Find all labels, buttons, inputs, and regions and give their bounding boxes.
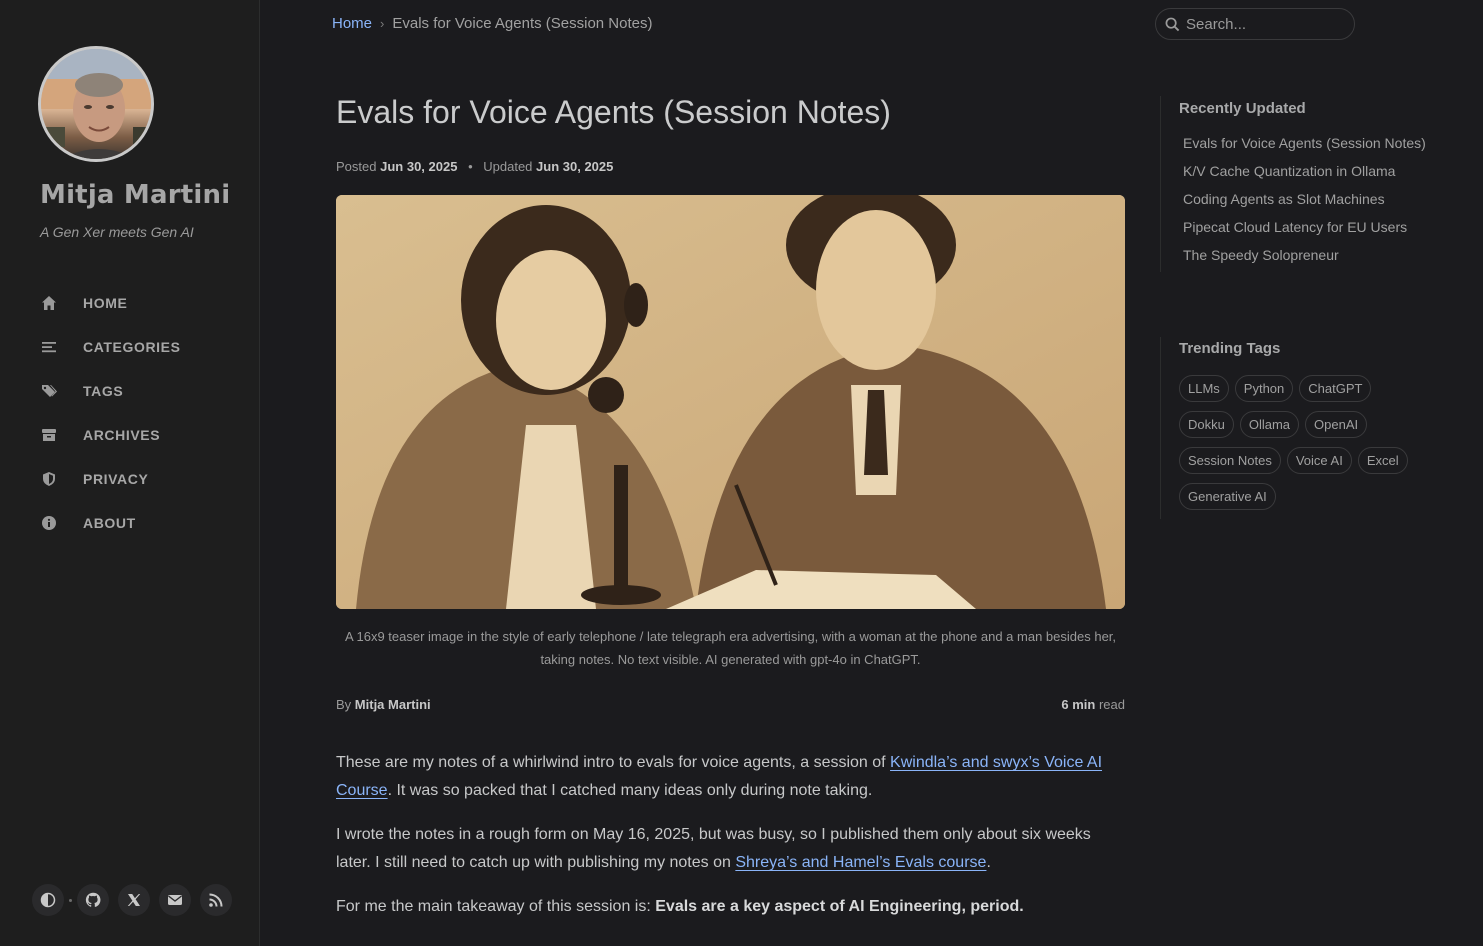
tag-list: LLMs Python ChatGPT Dokku Ollama OpenAI … (1179, 375, 1419, 510)
tag-chip[interactable]: Session Notes (1179, 447, 1281, 474)
tag-chip[interactable]: Generative AI (1179, 483, 1276, 510)
site-subtitle: A Gen Xer meets Gen AI (40, 224, 194, 240)
nav-label: CATEGORIES (83, 339, 181, 355)
breadcrumb-separator: › (380, 16, 385, 31)
breadcrumb-current: Evals for Voice Agents (Session Notes) (392, 15, 653, 32)
rss-button[interactable] (200, 884, 232, 916)
author-line: By Mitja Martini (336, 697, 431, 712)
tag-chip[interactable]: Excel (1357, 447, 1408, 474)
tag-chip[interactable]: OpenAI (1305, 411, 1368, 438)
paragraph: These are my notes of a whirlwind intro … (336, 749, 1125, 805)
p2-text-end: . (986, 854, 991, 871)
recent-item[interactable]: The Speedy Solopreneur (1179, 241, 1460, 269)
nav-item-privacy[interactable]: PRIVACY (0, 457, 260, 501)
page-title: Evals for Voice Agents (Session Notes) (336, 94, 891, 130)
tag-chip[interactable]: ChatGPT (1299, 375, 1372, 402)
recently-updated-heading: Recently Updated (1179, 100, 1306, 117)
site-title[interactable]: Mitja Martini (40, 180, 230, 210)
teaser-image[interactable] (336, 195, 1125, 609)
author-name[interactable]: Mitja Martini (355, 697, 431, 712)
x-twitter-button[interactable] (118, 884, 150, 916)
nav-item-archives[interactable]: ARCHIVES (0, 413, 260, 457)
recently-updated-panel: Recently Updated Evals for Voice Agents … (1160, 96, 1460, 272)
email-button[interactable] (159, 884, 191, 916)
posted-date: Jun 30, 2025 (380, 159, 458, 174)
shield-icon (40, 470, 58, 488)
evals-course-link[interactable]: Shreya’s and Hamel’s Evals course (735, 854, 986, 871)
tag-chip[interactable]: Python (1234, 375, 1294, 402)
archive-icon (40, 426, 58, 444)
nav-label: PRIVACY (83, 471, 149, 487)
theme-toggle-button[interactable] (32, 884, 64, 916)
image-caption: A 16x9 teaser image in the style of earl… (344, 629, 1117, 667)
github-icon (85, 892, 101, 907)
nav-label: ARCHIVES (83, 427, 161, 443)
read-time: 6 min read (1061, 697, 1125, 712)
meta-separator: • (468, 159, 473, 174)
nav-label: HOME (83, 295, 128, 311)
trending-tags-heading: Trending Tags (1179, 340, 1281, 357)
info-icon (40, 514, 58, 532)
nav-item-tags[interactable]: TAGS (0, 369, 260, 413)
nav-label: ABOUT (83, 515, 136, 531)
list-icon (40, 338, 58, 356)
trending-tags-panel: Trending Tags LLMs Python ChatGPT Dokku … (1160, 337, 1460, 519)
byline: By Mitja Martini 6 min read (336, 697, 1125, 712)
paragraph: For me the main takeaway of this session… (336, 893, 1125, 921)
github-button[interactable] (77, 884, 109, 916)
rss-icon (209, 893, 223, 907)
recent-item[interactable]: Pipecat Cloud Latency for EU Users (1179, 213, 1460, 241)
by-label: By (336, 697, 352, 712)
tag-chip[interactable]: Dokku (1179, 411, 1234, 438)
p1-text: These are my notes of a whirlwind intro … (336, 754, 891, 771)
breadcrumb: Home › Evals for Voice Agents (Session N… (332, 15, 653, 32)
nav-item-home[interactable]: HOME (0, 281, 260, 325)
search-box[interactable] (1155, 8, 1355, 40)
divider-dot (69, 898, 72, 902)
paragraph: I wrote the notes in a rough form on May… (336, 821, 1125, 877)
updated-date: Jun 30, 2025 (536, 159, 614, 174)
recent-item[interactable]: Coding Agents as Slot Machines (1179, 185, 1460, 213)
p1-text-end: . It was so packed that I catched many i… (387, 782, 873, 799)
read-time-value: 6 min (1061, 697, 1096, 712)
read-label: read (1098, 697, 1125, 712)
sidebar: Mitja Martini A Gen Xer meets Gen AI HOM… (0, 0, 260, 946)
x-twitter-icon (127, 894, 141, 906)
theme-toggle-icon (40, 892, 56, 908)
key-takeaway: Evals are a key aspect of AI Engineering… (655, 898, 1024, 915)
posted-label: Posted (336, 159, 377, 174)
search-input[interactable] (1186, 15, 1346, 33)
tag-chip[interactable]: Ollama (1239, 411, 1300, 438)
post-content: These are my notes of a whirlwind intro … (336, 749, 1125, 937)
sidebar-bottom (32, 884, 232, 916)
nav-item-categories[interactable]: CATEGORIES (0, 325, 260, 369)
email-icon (168, 895, 182, 905)
tags-icon (40, 382, 58, 400)
tag-chip[interactable]: Voice AI (1286, 447, 1352, 474)
post-meta: Posted Jun 30, 2025 • Updated Jun 30, 20… (336, 159, 613, 174)
search-icon (1165, 17, 1180, 31)
recent-item[interactable]: Evals for Voice Agents (Session Notes) (1179, 129, 1460, 157)
recent-list: Evals for Voice Agents (Session Notes) K… (1179, 129, 1460, 269)
nav-label: TAGS (83, 383, 124, 399)
updated-label: Updated (483, 159, 533, 174)
home-icon (40, 294, 58, 312)
breadcrumb-home-link[interactable]: Home (332, 15, 372, 32)
tag-chip[interactable]: LLMs (1179, 375, 1229, 402)
nav-item-about[interactable]: ABOUT (0, 501, 260, 545)
sidebar-nav: HOME CATEGORIES TAGS ARCHIVES PRIVACY AB… (0, 281, 260, 545)
p3-text: For me the main takeaway of this session… (336, 898, 656, 915)
recent-item[interactable]: K/V Cache Quantization in Ollama (1179, 157, 1460, 185)
avatar[interactable] (38, 46, 154, 162)
